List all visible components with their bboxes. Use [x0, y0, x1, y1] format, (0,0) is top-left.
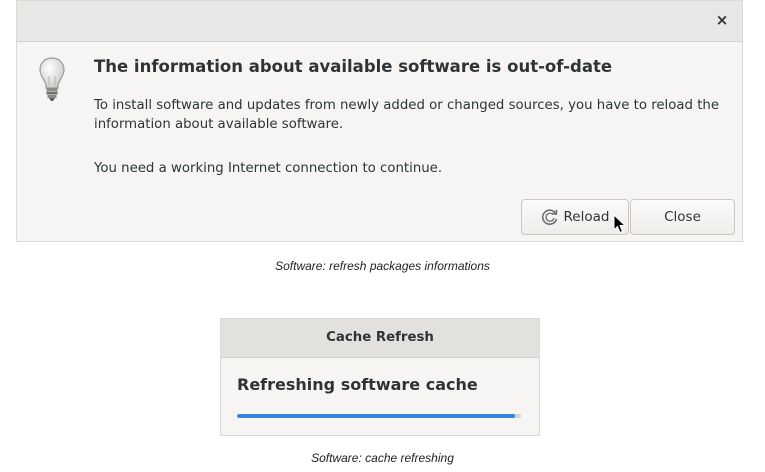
figure-caption: Software: cache refreshing: [311, 451, 454, 465]
dialog-titlebar: ×: [17, 1, 742, 42]
progress-bar: [237, 414, 521, 418]
lightbulb-icon: [39, 57, 65, 101]
reload-icon: [541, 209, 557, 225]
mouse-pointer-icon: [613, 214, 627, 234]
figure-caption: Software: refresh packages informations: [275, 259, 490, 273]
dialog-heading: The information about available software…: [94, 57, 613, 76]
dialog-connection-note: You need a working Internet connection t…: [94, 161, 443, 176]
close-button-label: Close: [664, 209, 701, 225]
refresh-status-text: Refreshing software cache: [237, 375, 478, 394]
progress-bar-fill: [237, 414, 516, 418]
reload-button-label: Reload: [563, 209, 610, 225]
dialog-title: Cache Refresh: [221, 319, 539, 358]
dialog-message: To install software and updates from new…: [94, 98, 720, 132]
close-button[interactable]: Close: [630, 199, 735, 235]
cache-refresh-dialog: Cache Refresh Refreshing software cache: [220, 318, 540, 436]
refresh-info-dialog: × The information about available softwa…: [16, 0, 743, 242]
close-icon[interactable]: ×: [712, 10, 732, 30]
